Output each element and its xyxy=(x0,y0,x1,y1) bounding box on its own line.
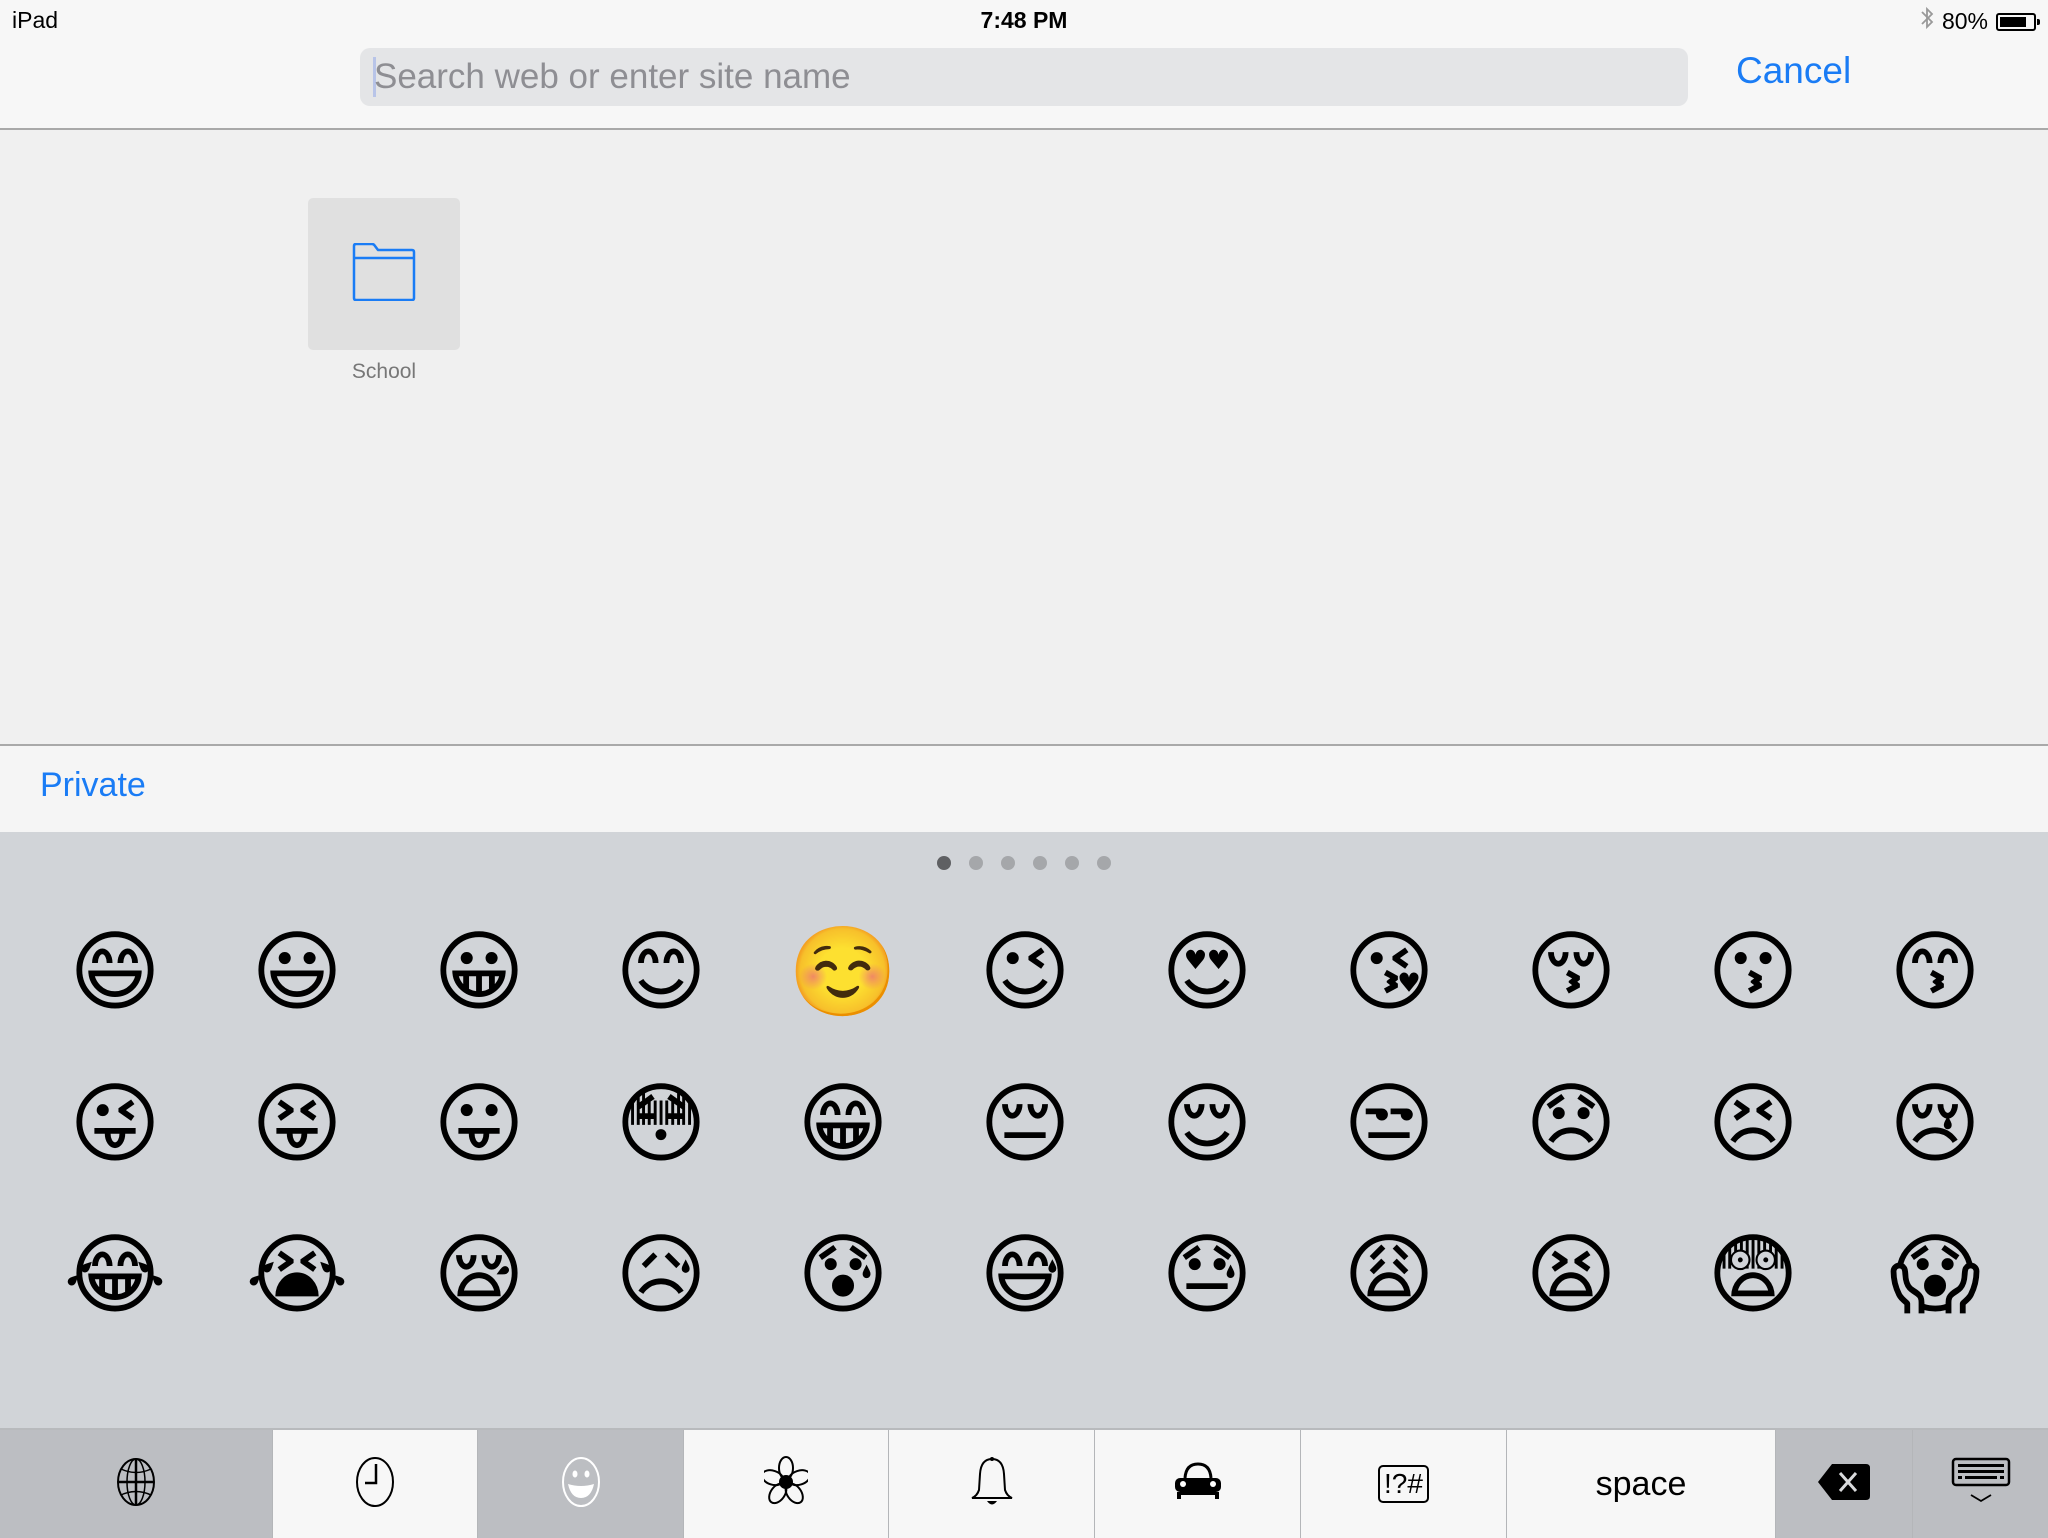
page-dot[interactable] xyxy=(1065,856,1079,870)
page-dot[interactable] xyxy=(1097,856,1111,870)
emoji-key[interactable]: 😝 xyxy=(217,1054,377,1194)
page-dot[interactable] xyxy=(1001,856,1015,870)
recent-key[interactable] xyxy=(273,1430,478,1538)
emoji-key[interactable]: 😣 xyxy=(1673,1054,1833,1194)
symbols-icon: !?# xyxy=(1378,1465,1429,1503)
emoji-key[interactable]: 😅 xyxy=(945,1205,1105,1345)
emoji-key[interactable]: 😊 xyxy=(581,902,741,1042)
emoji-key[interactable]: 😨 xyxy=(1673,1205,1833,1345)
favorite-folder-school[interactable] xyxy=(308,198,460,350)
emoji-key[interactable]: 😘 xyxy=(1309,902,1469,1042)
emoji-key[interactable]: 😜 xyxy=(35,1054,195,1194)
battery-fill xyxy=(2000,16,2026,27)
emoji-key[interactable]: 😌 xyxy=(1127,1054,1287,1194)
emoji-key[interactable]: 😞 xyxy=(1491,1054,1651,1194)
page-indicator[interactable] xyxy=(937,856,1111,870)
emoji-key[interactable]: 😰 xyxy=(763,1205,923,1345)
flower-icon xyxy=(761,1455,811,1513)
emoji-key[interactable]: 😫 xyxy=(1491,1205,1651,1345)
emoji-row: 😜 😝 😛 😳 😁 😔 😌 😒 😞 😣 😢 xyxy=(0,1054,2048,1194)
smiley-icon xyxy=(561,1456,601,1513)
emoji-key[interactable]: 😍 xyxy=(1127,902,1287,1042)
globe-key[interactable] xyxy=(0,1430,273,1538)
bluetooth-icon xyxy=(1920,6,1934,37)
keyboard-bottom-row: !?# space xyxy=(0,1428,2048,1538)
emoji-key[interactable]: 😉 xyxy=(945,902,1105,1042)
emoji-key[interactable]: 😔 xyxy=(945,1054,1105,1194)
emoji-key[interactable]: 😓 xyxy=(1127,1205,1287,1345)
bottom-toolbar: Private xyxy=(0,746,2048,832)
emoji-key[interactable]: 😚 xyxy=(1491,902,1651,1042)
nature-key[interactable] xyxy=(684,1430,889,1538)
emoji-key[interactable]: 😙 xyxy=(1855,902,2015,1042)
battery-icon xyxy=(1996,12,2040,31)
address-bar-header: Cancel xyxy=(0,42,2048,130)
emoji-key[interactable]: 😢 xyxy=(1855,1054,2015,1194)
keyboard-dismiss-icon xyxy=(1951,1457,2011,1512)
emoji-keyboard: 😄 😃 😀 😊 ☺️ 😉 😍 😘 😚 😗 😙 😜 😝 😛 😳 😁 😔 😌 😒 😞 😣 😢 😂 😭 😪 😥 😰 😅 😓 😩 😫 😨 😱 xyxy=(0,832,2048,1538)
emoji-key[interactable]: 😀 xyxy=(399,902,559,1042)
page-dot[interactable] xyxy=(937,856,951,870)
space-key-label: space xyxy=(1595,1464,1687,1503)
car-icon xyxy=(1173,1461,1223,1507)
search-input[interactable] xyxy=(374,48,1674,106)
smileys-key[interactable] xyxy=(478,1430,684,1538)
emoji-key[interactable]: 😗 xyxy=(1673,902,1833,1042)
favorites-area: School xyxy=(0,130,2048,746)
emoji-key[interactable]: 😳 xyxy=(581,1054,741,1194)
emoji-key[interactable]: 😁 xyxy=(763,1054,923,1194)
emoji-key[interactable]: 😱 xyxy=(1855,1205,2015,1345)
emoji-key[interactable]: 😥 xyxy=(581,1205,741,1345)
delete-key[interactable] xyxy=(1776,1430,1913,1538)
space-key[interactable]: space xyxy=(1507,1430,1776,1538)
page-dot[interactable] xyxy=(969,856,983,870)
emoji-key[interactable]: ☺️ xyxy=(763,902,923,1042)
dismiss-keyboard-key[interactable] xyxy=(1913,1430,2048,1538)
emoji-key[interactable]: 😛 xyxy=(399,1054,559,1194)
clock-icon xyxy=(355,1456,395,1513)
symbols-key[interactable]: !?# xyxy=(1301,1430,1507,1538)
emoji-row: 😄 😃 😀 😊 ☺️ 😉 😍 😘 😚 😗 😙 xyxy=(0,902,2048,1042)
emoji-key[interactable]: 😄 xyxy=(35,902,195,1042)
places-key[interactable] xyxy=(1095,1430,1301,1538)
folder-icon xyxy=(352,242,416,306)
objects-key[interactable] xyxy=(889,1430,1095,1538)
emoji-key[interactable]: 😪 xyxy=(399,1205,559,1345)
emoji-key[interactable]: 😃 xyxy=(217,902,377,1042)
private-button[interactable]: Private xyxy=(40,766,146,805)
emoji-key[interactable]: 😭 xyxy=(217,1205,377,1345)
emoji-key[interactable]: 😒 xyxy=(1309,1054,1469,1194)
emoji-key[interactable]: 😩 xyxy=(1309,1205,1469,1345)
backspace-icon xyxy=(1816,1462,1872,1507)
status-right: 80% xyxy=(1920,6,2040,37)
clock: 7:48 PM xyxy=(980,7,1068,33)
page-dot[interactable] xyxy=(1033,856,1047,870)
emoji-key[interactable]: 😂 xyxy=(35,1205,195,1345)
globe-icon xyxy=(116,1457,156,1511)
battery-percent: 80% xyxy=(1941,8,1988,34)
bell-icon xyxy=(970,1456,1014,1513)
cancel-button[interactable]: Cancel xyxy=(1736,50,1851,92)
status-bar: iPad 7:48 PM 80% xyxy=(0,0,2048,42)
emoji-row: 😂 😭 😪 😥 😰 😅 😓 😩 😫 😨 😱 xyxy=(0,1205,2048,1345)
search-field[interactable] xyxy=(360,48,1688,106)
favorite-label: School xyxy=(351,360,417,383)
